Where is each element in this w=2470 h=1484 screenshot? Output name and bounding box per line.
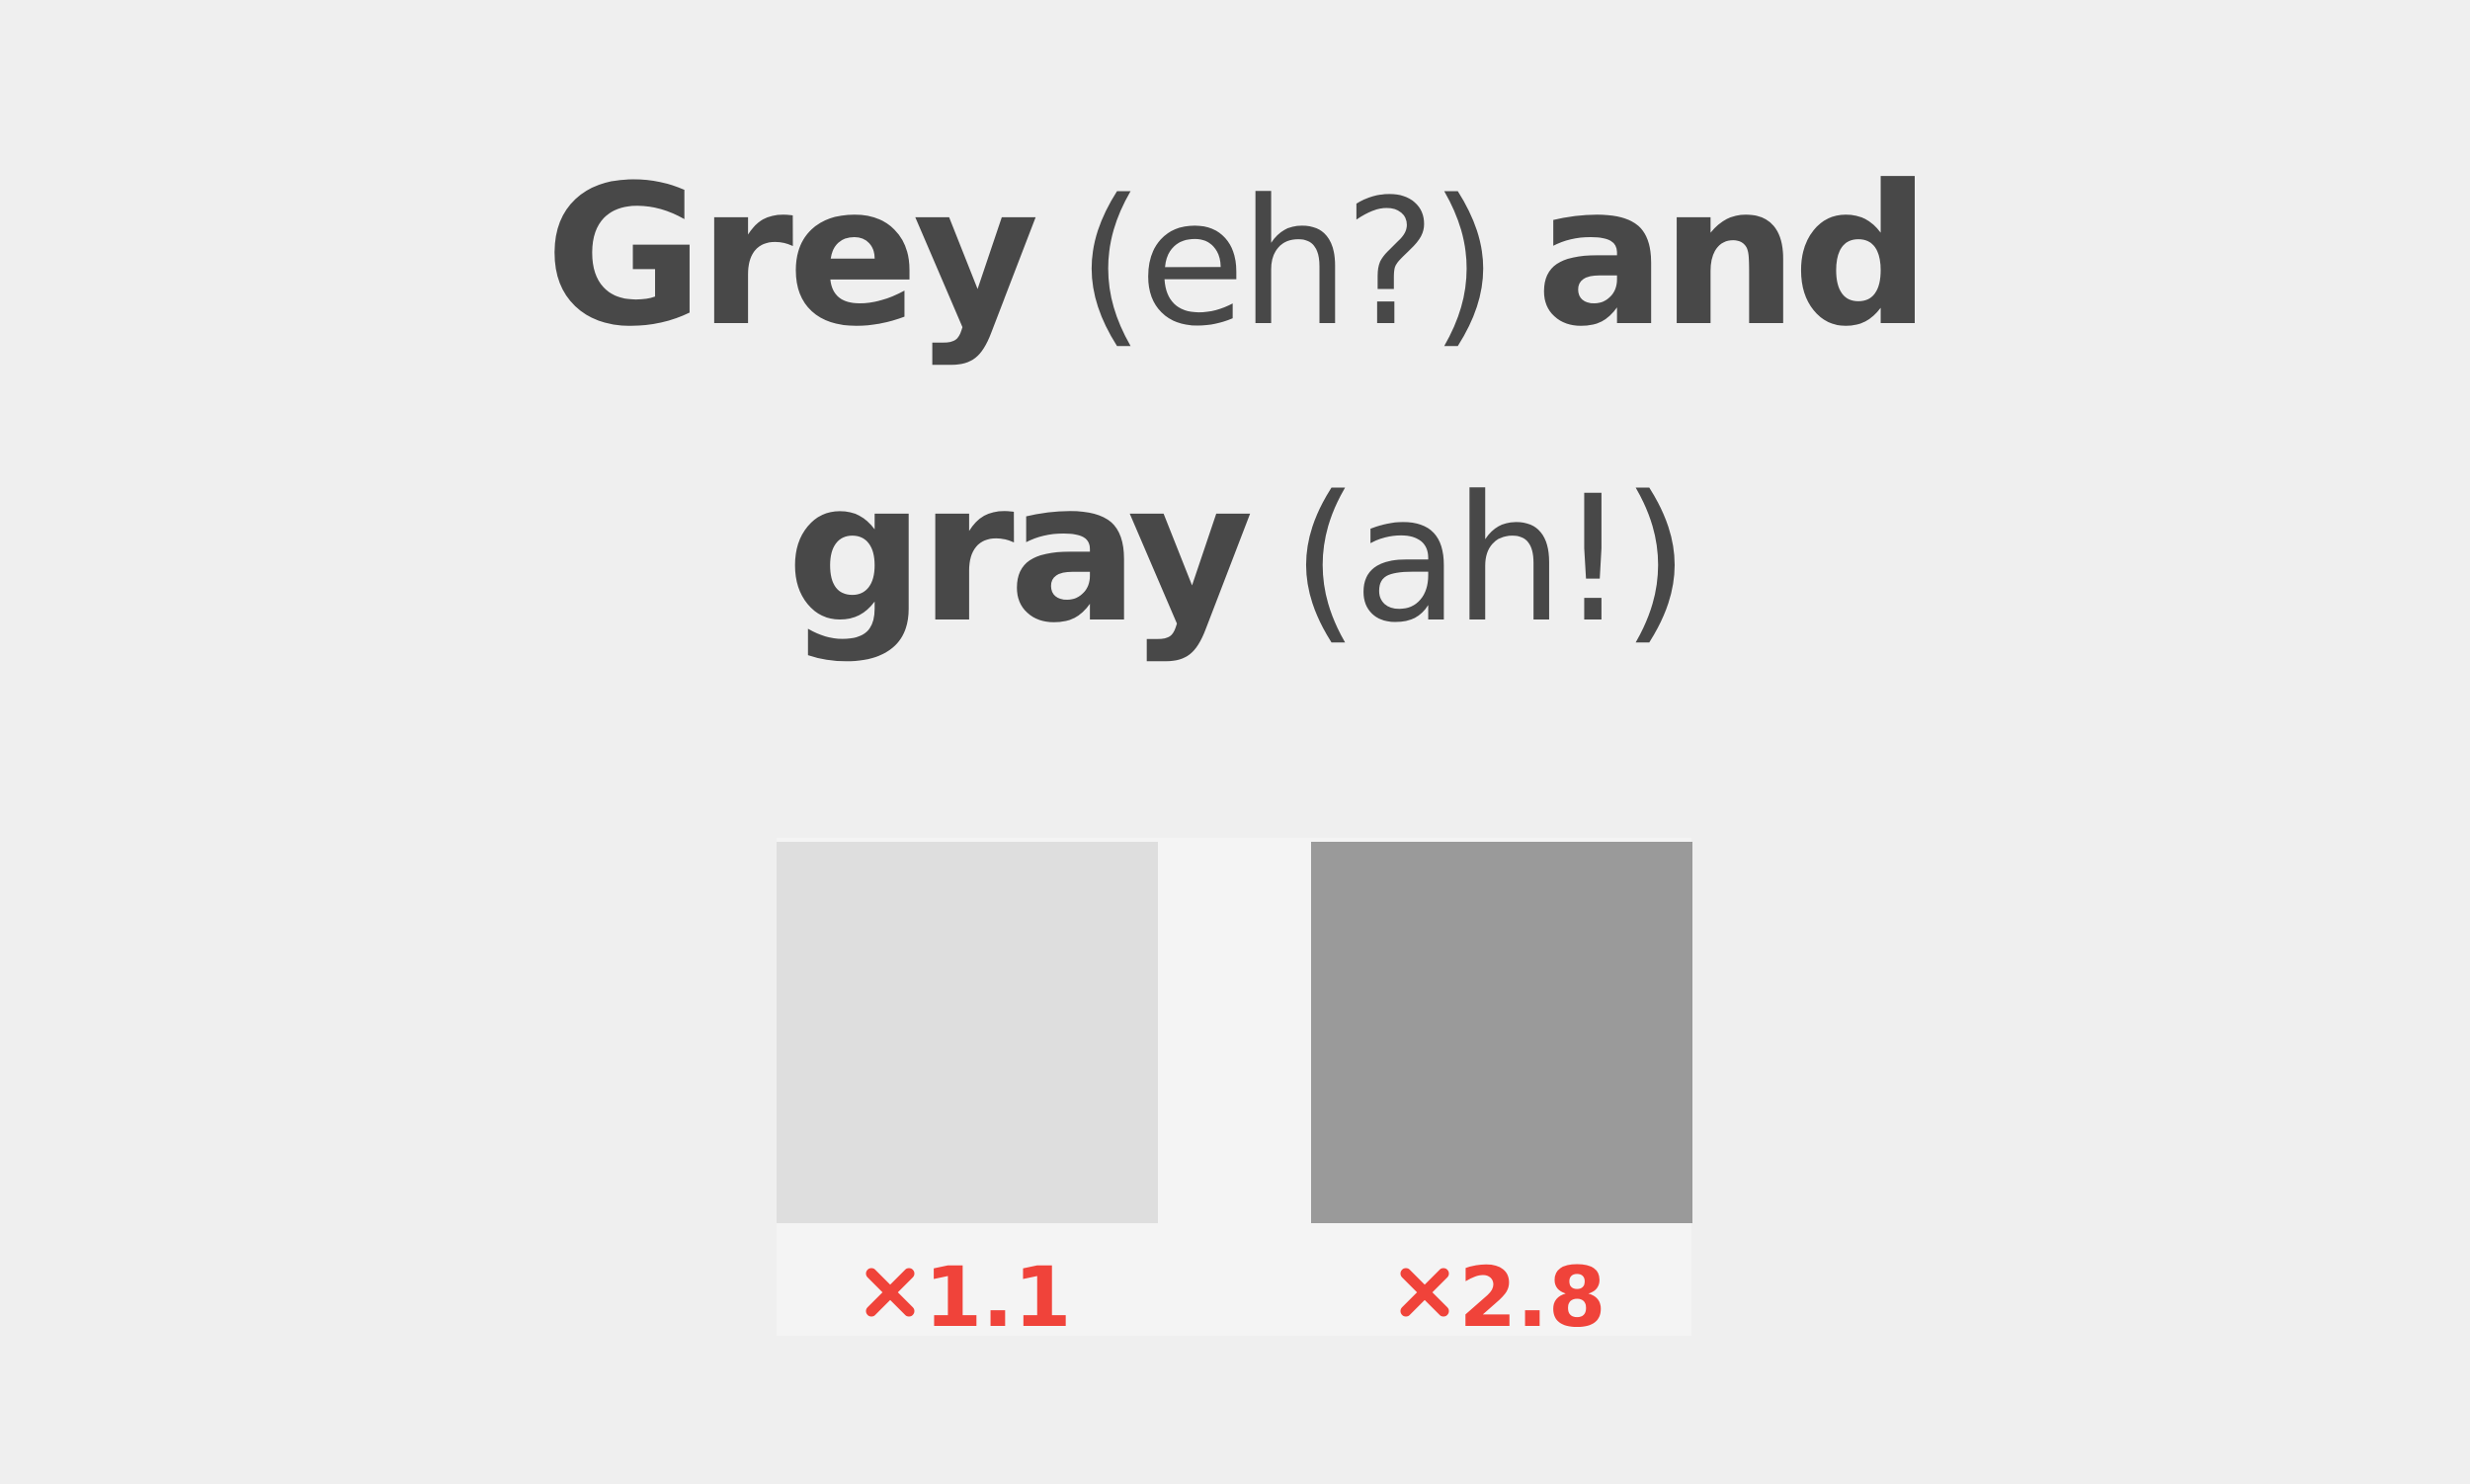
headline-word-grey: Grey	[544, 144, 1039, 370]
headline-aside-eh: (eh?)	[1076, 162, 1499, 365]
contrast-ratio-value: 1.1	[924, 1249, 1072, 1347]
cross-icon	[1400, 1268, 1449, 1317]
headline-aside-ah: (ah!)	[1290, 458, 1689, 661]
swatch-dark-grey	[1311, 842, 1692, 1223]
contrast-ratio-dark: 2.8	[1311, 1247, 1692, 1342]
headline-line-1: Grey (eh?) and	[0, 138, 2470, 375]
headline-line-2: gray (ah!)	[0, 435, 2470, 672]
contrast-ratio-light: 1.1	[777, 1247, 1158, 1342]
swatch-light-grey	[777, 842, 1158, 1223]
headline-word-and: and	[1535, 144, 1931, 370]
cross-icon	[865, 1268, 915, 1317]
headline-word-gray: gray	[785, 441, 1254, 666]
contrast-ratio-value: 2.8	[1458, 1249, 1606, 1347]
